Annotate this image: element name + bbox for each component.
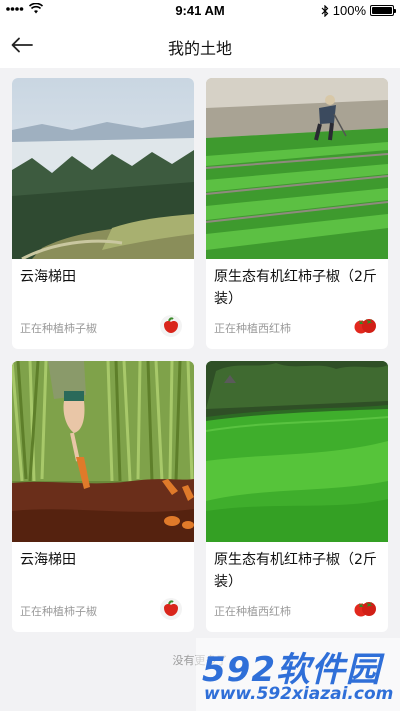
- land-card[interactable]: 原生态有机红柿子椒（2斤装） 正在种植西红柿: [206, 78, 388, 349]
- land-title: 原生态有机红柿子椒（2斤装）: [214, 269, 377, 307]
- land-image-farmer-field: [206, 78, 388, 259]
- pepper-icon: [160, 598, 182, 620]
- watermark: 592软件园 www.592xiazai.com: [196, 638, 400, 711]
- planting-status: 正在种植柿子椒: [20, 322, 97, 335]
- battery-group: 100%: [321, 3, 396, 18]
- land-grid: 云海梯田 正在种植柿子椒 原生态有机红柿子椒（2斤装） 正在种植西红柿 云海梯田…: [12, 78, 388, 632]
- planting-status: 正在种植西红柿: [214, 322, 291, 335]
- land-title: 云海梯田: [20, 269, 76, 285]
- bluetooth-icon: [321, 4, 329, 17]
- planting-status: 正在种植西红柿: [214, 605, 291, 618]
- battery-level: [372, 7, 392, 14]
- navigation-bar: 我的土地: [0, 22, 400, 68]
- status-bar: 9:41 AM 100%: [0, 0, 400, 22]
- battery-percent: 100%: [332, 3, 366, 18]
- land-title: 云海梯田: [20, 552, 76, 568]
- land-image-carrot-harvest: [12, 361, 194, 542]
- pepper-icon: [160, 315, 182, 337]
- planting-status: 正在种植柿子椒: [20, 605, 97, 618]
- land-card[interactable]: 云海梯田 正在种植柿子椒: [12, 361, 194, 632]
- watermark-url: www.592xiazai.com: [204, 684, 394, 704]
- land-image-rice-field: [206, 361, 388, 542]
- land-card[interactable]: 云海梯田 正在种植柿子椒: [12, 78, 194, 349]
- land-card[interactable]: 原生态有机红柿子椒（2斤装） 正在种植西红柿: [206, 361, 388, 632]
- tomato-icon: [354, 602, 376, 617]
- land-image-terraced-fields: [12, 78, 194, 259]
- land-title: 原生态有机红柿子椒（2斤装）: [214, 552, 377, 590]
- battery-icon: [370, 5, 396, 16]
- page-title: 我的土地: [167, 39, 232, 58]
- tomato-icon: [354, 319, 376, 334]
